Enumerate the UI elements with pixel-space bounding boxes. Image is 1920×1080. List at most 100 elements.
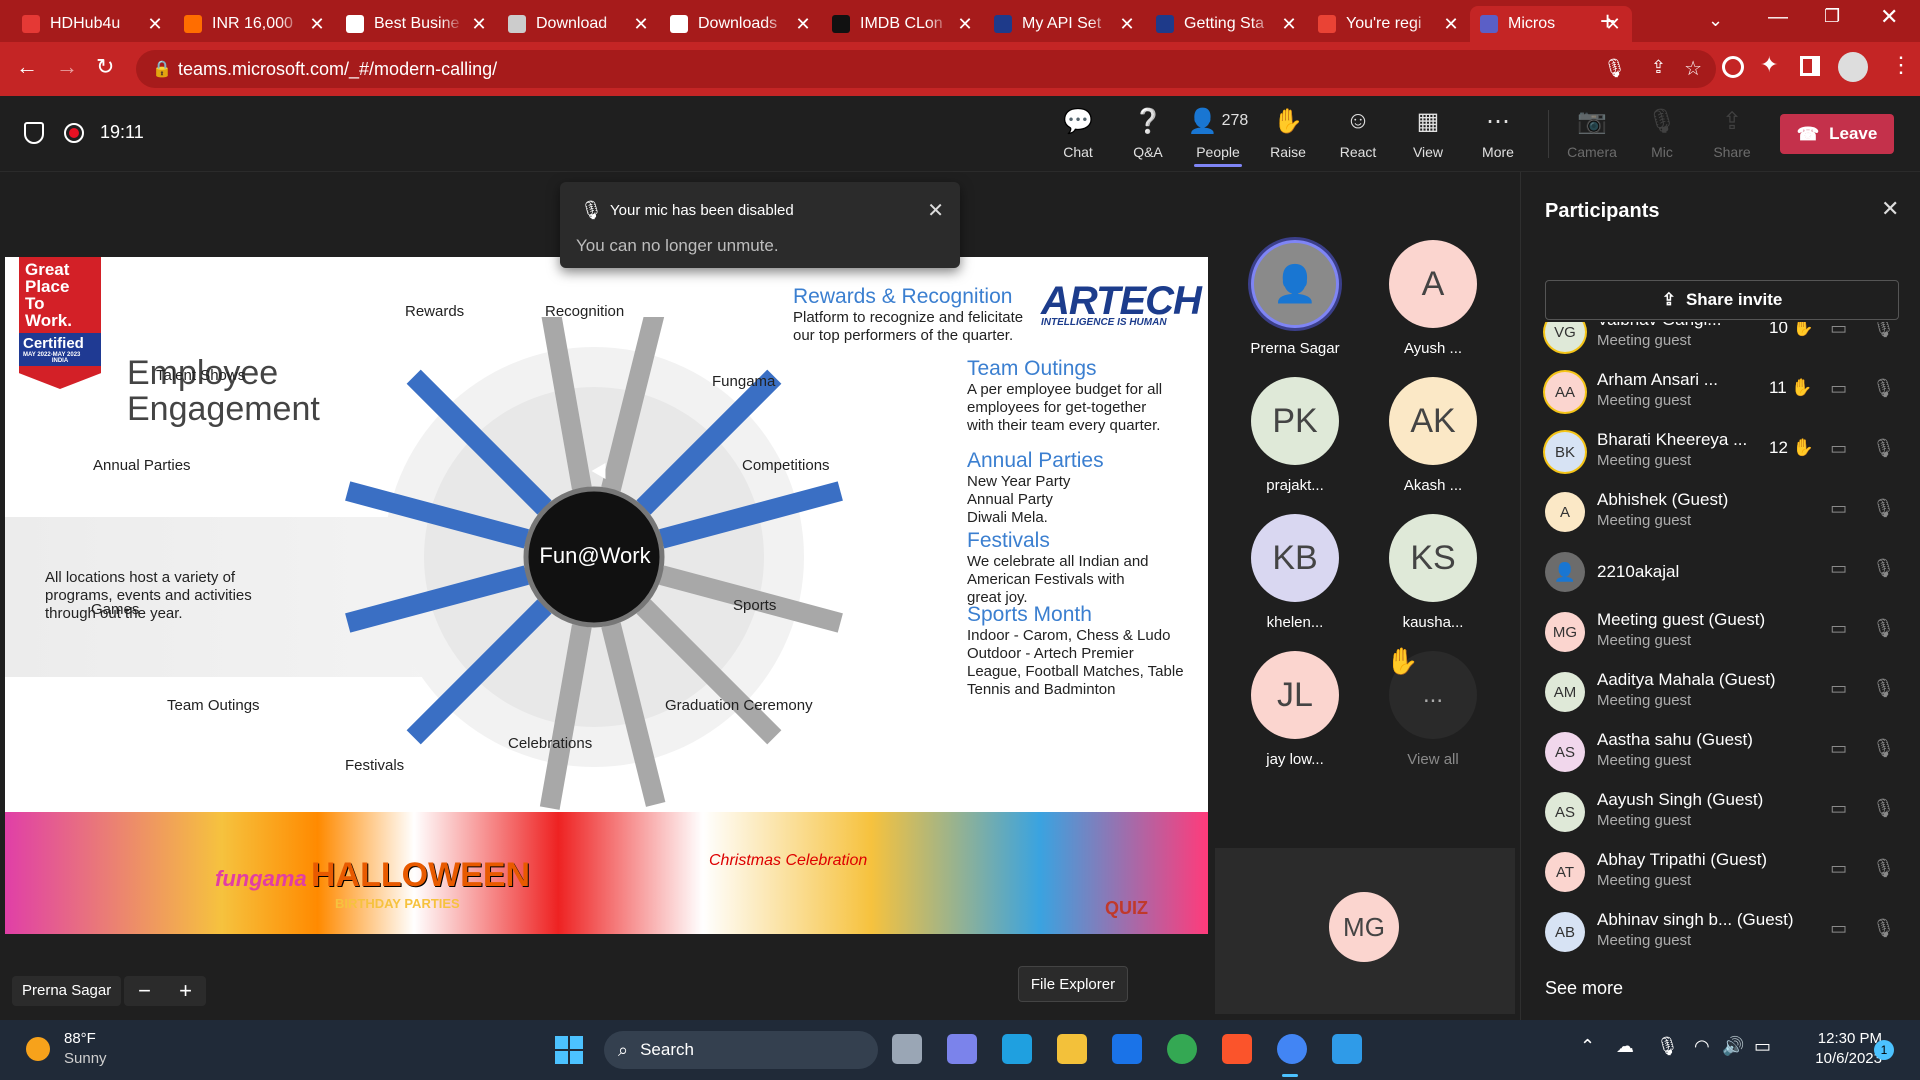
browser-tab[interactable]: IMDB CLon ✕ [822,6,984,42]
notification-badge[interactable]: 1 [1874,1040,1894,1060]
participant-tile[interactable]: KB khelen... [1230,514,1360,631]
chrome-profile-icon[interactable] [1277,1034,1307,1064]
participant-row[interactable]: AS Aastha sahu (Guest) Meeting guest ▭ 🎙 [1545,724,1905,784]
panel-close-icon[interactable]: ✕ [1881,196,1899,222]
participant-tile[interactable]: JL jay low... [1230,651,1360,768]
teams-chat-icon[interactable] [947,1034,977,1064]
clock-date[interactable]: 10/6/2023 [1792,1050,1882,1067]
browser-tab[interactable]: Downloads ✕ [660,6,822,42]
toolbar-react-button[interactable]: ☺ React [1328,106,1388,160]
browser-tab[interactable]: INR 16,000 ✕ [174,6,336,42]
tab-close-icon[interactable]: ✕ [794,14,812,35]
participant-role: Meeting guest [1597,332,1692,349]
participant-row[interactable]: AM Aaditya Mahala (Guest) Meeting guest ▭ 🎙 [1545,664,1905,724]
tab-close-icon[interactable]: ✕ [1442,14,1460,35]
browser-tab[interactable]: Getting Sta ✕ [1146,6,1308,42]
toolbar-qa-button[interactable]: ❔ Q&A [1118,106,1178,161]
tab-close-icon[interactable]: ✕ [632,14,650,35]
footer-word: QUIZ [1105,898,1148,918]
participant-tile[interactable]: A Ayush ... [1368,240,1498,357]
participant-tile[interactable]: AK Akash ... [1368,377,1498,494]
toast-close-icon[interactable]: ✕ [927,198,944,223]
zoom-out-icon[interactable]: − [138,978,151,1004]
participant-row[interactable]: BK Bharati Kheereya ... Meeting guest 12 ✋ ▭… [1545,424,1905,484]
forward-icon[interactable]: → [56,54,78,80]
tab-close-icon[interactable]: ✕ [956,14,974,35]
task-view-icon[interactable] [892,1034,922,1064]
toolbar-raise-button[interactable]: ✋ Raise [1258,106,1318,161]
mail-icon[interactable] [1112,1034,1142,1064]
zoom-in-icon[interactable]: + [179,978,192,1004]
tab-close-icon[interactable]: ✕ [308,14,326,35]
browser-menu-icon[interactable]: ⋮ [1890,52,1912,78]
leave-button[interactable]: ☎ Leave [1780,114,1894,154]
back-icon[interactable]: ← [16,54,38,80]
reload-icon[interactable]: ↻ [96,54,114,80]
browser-tab[interactable]: You're regi ✕ [1308,6,1470,42]
shield-icon [24,122,44,144]
minimize-icon[interactable]: — [1768,6,1788,29]
browser-tab[interactable]: Best Busine ✕ [336,6,498,42]
participant-row[interactable]: MG Meeting guest (Guest) Meeting guest ▭ 🎙 [1545,604,1905,664]
puzzle-icon[interactable]: ✦ [1760,52,1778,78]
chrome-icon[interactable] [1167,1034,1197,1064]
browser-tab[interactable]: Download ✕ [498,6,660,42]
tray-chevron-icon[interactable]: ⌃ [1580,1036,1595,1057]
participant-row[interactable]: A Abhishek (Guest) Meeting guest ▭ 🎙 [1545,484,1905,544]
share-page-icon[interactable]: ⇪ [1651,57,1666,78]
toolbar-view-button[interactable]: ▦ View [1398,106,1458,161]
browser-tab[interactable]: My API Set ✕ [984,6,1146,42]
battery-icon[interactable]: ▭ [1754,1036,1771,1057]
toolbar-more-button[interactable]: ⋯ More [1468,106,1528,161]
participant-row[interactable]: 👤 2210akajal ▭ 🎙 [1545,544,1905,604]
tab-search-icon[interactable]: ⌄ [1708,10,1723,31]
participant-tile[interactable]: KS kausha... [1368,514,1498,631]
tab-close-icon[interactable]: ✕ [146,14,164,35]
mic-tray-icon[interactable]: 🎙 [1656,1036,1679,1057]
participant-tile[interactable]: 👤 Prerna Sagar [1230,240,1360,357]
brave-icon[interactable] [1222,1034,1252,1064]
participant-row[interactable]: VG Vaibhav Gangi... Meeting guest 10 ✋ ▭ 🎙 [1545,322,1905,364]
weather-desc[interactable]: Sunny [64,1050,107,1067]
weather-temp[interactable]: 88°F [64,1030,96,1047]
toolbar-mic-button[interactable]: 🎙 Mic [1632,106,1692,161]
wifi-icon[interactable]: ◠ [1694,1036,1710,1057]
see-more-link[interactable]: See more [1545,978,1623,999]
bookmark-star-icon[interactable]: ☆ [1684,56,1702,81]
raised-hand-icon: ✋ [1786,378,1813,397]
participant-row[interactable]: AT Abhay Tripathi (Guest) Meeting guest ▭ 🎙 [1545,844,1905,904]
participant-row[interactable]: AA Arham Ansari ... Meeting guest 11 ✋ ▭ 🎙 [1545,364,1905,424]
mic-icon[interactable]: 🎙 [1603,58,1626,79]
toolbar-camera-button[interactable]: 📷 Camera [1562,106,1622,161]
participant-avatar: KB [1251,514,1339,602]
profile-avatar[interactable] [1838,52,1868,82]
windows-start-icon[interactable] [555,1036,583,1064]
participant-row[interactable]: AB Abhinav singh b... (Guest) Meeting gues… [1545,904,1905,962]
volume-icon[interactable]: 🔊 [1722,1036,1744,1057]
toolbar-share-button[interactable]: ⇪ Share [1702,106,1762,161]
toolbar-chat-button[interactable]: 💬 Chat [1048,106,1108,161]
close-window-icon[interactable]: ✕ [1880,4,1898,30]
tab-close-icon[interactable]: ✕ [470,14,488,35]
raised-hand-icon: ✋ [1787,322,1814,337]
tab-close-icon[interactable]: ✕ [1280,14,1298,35]
maximize-icon[interactable]: ❐ [1824,6,1840,27]
new-tab-icon[interactable]: + [1600,6,1615,37]
participant-row[interactable]: AS Aayush Singh (Guest) Meeting guest ▭ 🎙 [1545,784,1905,844]
toolbar-people-button[interactable]: 👤 278 People [1188,106,1248,167]
share-invite-button[interactable]: ⇪ Share invite [1545,280,1899,320]
extension-icon[interactable] [1722,56,1744,78]
vscode-icon[interactable] [1332,1034,1362,1064]
url-bar[interactable]: 🔒 teams.microsoft.com/_#/modern-calling/… [136,50,1716,88]
toast-body: You can no longer unmute. [576,236,779,255]
clock-time[interactable]: 12:30 PM [1792,1030,1882,1047]
file-explorer-icon[interactable] [1057,1034,1087,1064]
taskbar-search[interactable]: ⌕ Search [604,1031,878,1069]
browser-tab[interactable]: HDHub4u ✕ [12,6,174,42]
toolbar-label: Share [1713,144,1751,160]
participant-tile[interactable]: PK prajakt... [1230,377,1360,494]
sidepanel-icon[interactable] [1800,56,1820,76]
tab-close-icon[interactable]: ✕ [1118,14,1136,35]
edge-icon[interactable] [1002,1034,1032,1064]
onedrive-icon[interactable]: ☁ [1616,1036,1634,1057]
